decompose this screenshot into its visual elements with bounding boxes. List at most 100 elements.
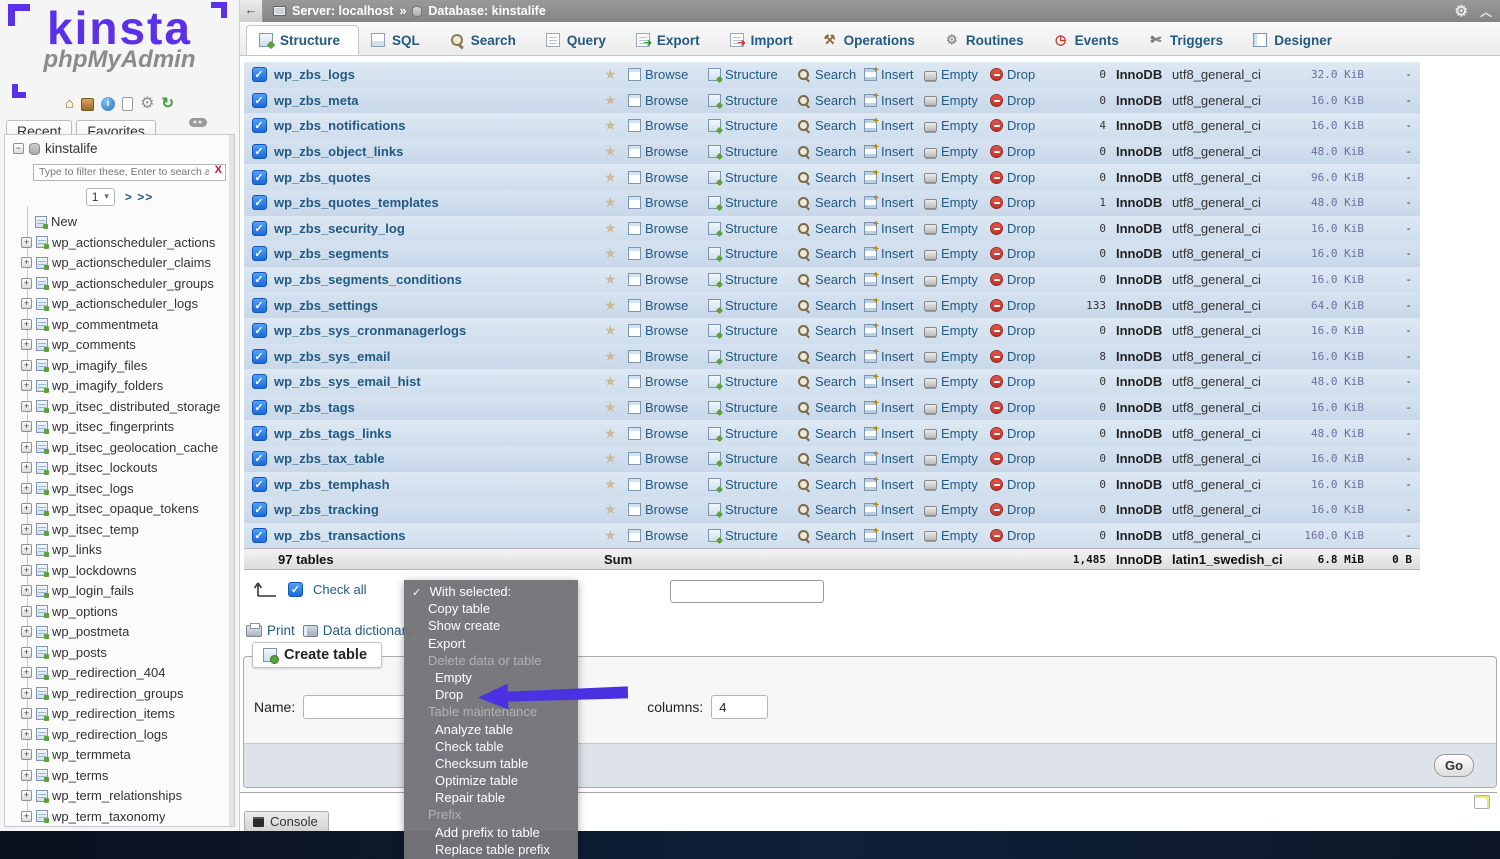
- insert-link[interactable]: Insert: [881, 426, 914, 441]
- table-name-link[interactable]: wp_zbs_tax_table: [274, 451, 385, 466]
- menu-item-checksum-table[interactable]: Checksum table: [404, 755, 578, 772]
- search-link[interactable]: Search: [815, 528, 856, 543]
- search-link[interactable]: Search: [815, 170, 856, 185]
- expand-plus-icon[interactable]: +: [21, 708, 32, 719]
- search-link[interactable]: Search: [815, 349, 856, 364]
- empty-link[interactable]: Empty: [941, 374, 978, 389]
- tree-item-wp_login_fails[interactable]: + wp_login_fails: [5, 581, 234, 602]
- tree-item-label[interactable]: wp_comments: [52, 337, 136, 352]
- tab-query[interactable]: Query: [534, 25, 624, 55]
- tree-item-label[interactable]: New: [51, 214, 77, 229]
- favorite-star-icon[interactable]: ★: [604, 194, 617, 211]
- drop-link[interactable]: Drop: [1007, 477, 1035, 492]
- drop-link[interactable]: Drop: [1007, 221, 1035, 236]
- info-icon[interactable]: i: [101, 97, 115, 111]
- tree-item-wp_imagify_folders[interactable]: + wp_imagify_folders: [5, 376, 234, 397]
- tree-item-wp_itsec_geolocation_cache[interactable]: + wp_itsec_geolocation_cache: [5, 437, 234, 458]
- search-link[interactable]: Search: [815, 477, 856, 492]
- tree-item-label[interactable]: wp_commentmeta: [52, 317, 158, 332]
- expand-plus-icon[interactable]: +: [21, 421, 32, 432]
- expand-plus-icon[interactable]: +: [21, 380, 32, 391]
- insert-link[interactable]: Insert: [881, 528, 914, 543]
- expand-plus-icon[interactable]: +: [21, 667, 32, 678]
- tree-item-wp_itsec_opaque_tokens[interactable]: + wp_itsec_opaque_tokens: [5, 499, 234, 520]
- empty-link[interactable]: Empty: [941, 426, 978, 441]
- database-tree-root[interactable]: − kinstalife: [5, 135, 234, 158]
- structure-link[interactable]: Structure: [725, 298, 778, 313]
- tree-item-label[interactable]: wp_login_fails: [52, 583, 134, 598]
- structure-link[interactable]: Structure: [725, 246, 778, 261]
- menu-item-analyze-table[interactable]: Analyze table: [404, 721, 578, 738]
- row-checkbox[interactable]: ✓: [252, 118, 267, 133]
- docs-icon[interactable]: [122, 97, 133, 111]
- browse-link[interactable]: Browse: [645, 502, 688, 517]
- tab-triggers[interactable]: ✄ Triggers: [1137, 25, 1241, 55]
- row-checkbox[interactable]: ✓: [252, 349, 267, 364]
- search-link[interactable]: Search: [815, 221, 856, 236]
- favorite-star-icon[interactable]: ★: [604, 245, 617, 262]
- tree-item-wp_term_relationships[interactable]: + wp_term_relationships: [5, 786, 234, 807]
- menu-item-export[interactable]: Export: [404, 635, 578, 652]
- table-name-link[interactable]: wp_zbs_temphash: [274, 477, 390, 492]
- structure-link[interactable]: Structure: [725, 221, 778, 236]
- tab-routines[interactable]: ⚙ Routines: [933, 25, 1042, 55]
- insert-link[interactable]: Insert: [881, 451, 914, 466]
- breadcrumb-server[interactable]: Server: localhost: [292, 4, 393, 18]
- menu-item-replace-table-prefix[interactable]: Replace table prefix: [404, 841, 578, 858]
- tree-item-wp_links[interactable]: + wp_links: [5, 540, 234, 561]
- empty-link[interactable]: Empty: [941, 349, 978, 364]
- tree-item-label[interactable]: wp_redirection_groups: [52, 686, 184, 701]
- tab-import[interactable]: Import: [718, 25, 811, 55]
- browse-link[interactable]: Browse: [645, 67, 688, 82]
- browse-link[interactable]: Browse: [645, 323, 688, 338]
- tree-item-label[interactable]: wp_itsec_geolocation_cache: [52, 440, 218, 455]
- tree-item-wp_options[interactable]: + wp_options: [5, 601, 234, 622]
- browse-link[interactable]: Browse: [645, 426, 688, 441]
- insert-link[interactable]: Insert: [881, 323, 914, 338]
- tree-item-label[interactable]: wp_actionscheduler_logs: [52, 296, 198, 311]
- row-checkbox[interactable]: ✓: [252, 221, 267, 236]
- database-name[interactable]: kinstalife: [45, 141, 98, 156]
- table-name-link[interactable]: wp_zbs_tracking: [274, 502, 379, 517]
- breadcrumb-database[interactable]: Database: kinstalife: [428, 4, 545, 18]
- expand-plus-icon[interactable]: +: [21, 401, 32, 412]
- table-name-link[interactable]: wp_zbs_security_log: [274, 221, 405, 236]
- menu-item-copy-table[interactable]: Copy table: [404, 600, 578, 617]
- expand-plus-icon[interactable]: +: [21, 626, 32, 637]
- expand-plus-icon[interactable]: +: [21, 257, 32, 268]
- tree-item-wp_commentmeta[interactable]: + wp_commentmeta: [5, 314, 234, 335]
- drop-link[interactable]: Drop: [1007, 528, 1035, 543]
- drop-link[interactable]: Drop: [1007, 170, 1035, 185]
- search-link[interactable]: Search: [815, 195, 856, 210]
- favorite-star-icon[interactable]: ★: [604, 322, 617, 339]
- expand-plus-icon[interactable]: +: [21, 462, 32, 473]
- tree-filter-input[interactable]: [33, 164, 226, 181]
- tree-item-wp_actionscheduler_groups[interactable]: + wp_actionscheduler_groups: [5, 273, 234, 294]
- tree-item-label[interactable]: wp_itsec_fingerprints: [52, 419, 174, 434]
- table-name-link[interactable]: wp_zbs_meta: [274, 93, 359, 108]
- check-all-label[interactable]: Check all: [313, 582, 366, 597]
- tree-item-wp_redirection_groups[interactable]: + wp_redirection_groups: [5, 683, 234, 704]
- browse-link[interactable]: Browse: [645, 170, 688, 185]
- filter-clear-icon[interactable]: X: [215, 164, 222, 176]
- drop-link[interactable]: Drop: [1007, 451, 1035, 466]
- row-checkbox[interactable]: ✓: [252, 502, 267, 517]
- insert-link[interactable]: Insert: [881, 170, 914, 185]
- favorite-star-icon[interactable]: ★: [604, 373, 617, 390]
- table-name-link[interactable]: wp_zbs_quotes: [274, 170, 371, 185]
- browse-link[interactable]: Browse: [645, 349, 688, 364]
- search-link[interactable]: Search: [815, 67, 856, 82]
- insert-link[interactable]: Insert: [881, 477, 914, 492]
- row-checkbox[interactable]: ✓: [252, 323, 267, 338]
- tree-item-wp_comments[interactable]: + wp_comments: [5, 335, 234, 356]
- tree-item-wp_itsec_logs[interactable]: + wp_itsec_logs: [5, 478, 234, 499]
- drop-link[interactable]: Drop: [1007, 195, 1035, 210]
- expand-plus-icon[interactable]: +: [21, 688, 32, 699]
- insert-link[interactable]: Insert: [881, 246, 914, 261]
- browse-link[interactable]: Browse: [645, 195, 688, 210]
- table-name-link[interactable]: wp_zbs_sys_email_hist: [274, 374, 421, 389]
- search-link[interactable]: Search: [815, 400, 856, 415]
- drop-link[interactable]: Drop: [1007, 272, 1035, 287]
- expand-plus-icon[interactable]: +: [21, 442, 32, 453]
- tree-item-wp_imagify_files[interactable]: + wp_imagify_files: [5, 355, 234, 376]
